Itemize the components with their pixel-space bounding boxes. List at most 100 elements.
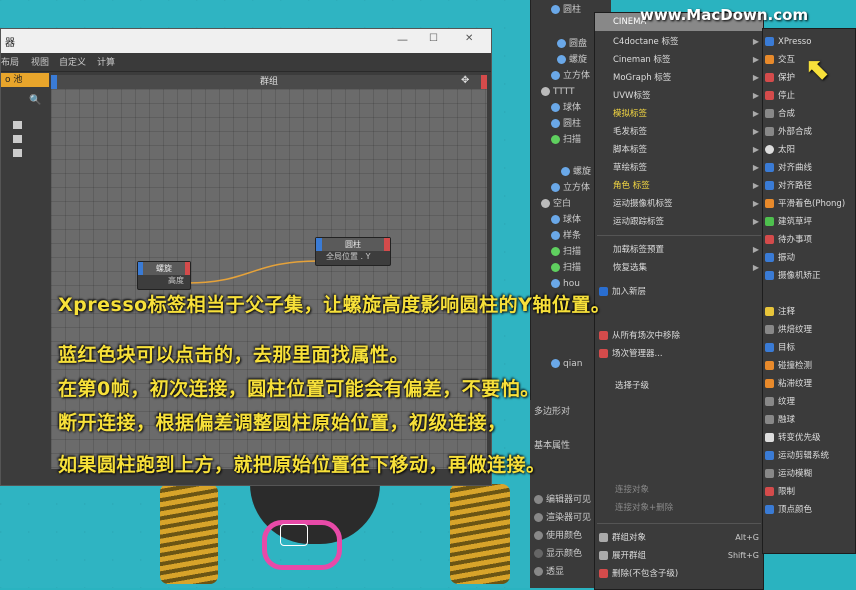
object-item[interactable]: 扫描 — [551, 260, 581, 276]
minimize-button[interactable]: — — [397, 33, 408, 46]
helix-node-title[interactable]: 螺旋 — [138, 262, 190, 275]
submenu-item[interactable]: 建筑草坪 — [765, 213, 853, 231]
target-icon — [765, 343, 774, 352]
object-item[interactable]: 球体 — [551, 100, 581, 116]
pool-tab[interactable]: o 池 — [1, 73, 49, 87]
submenu-item[interactable]: 停止 — [765, 87, 853, 105]
submenu-item[interactable]: 摄像机矫正 — [765, 267, 853, 285]
submenu-item[interactable]: 转变优先级 — [765, 429, 853, 447]
object-item[interactable]: 圆柱 — [551, 116, 581, 132]
submenu-item[interactable]: 注释 — [765, 303, 853, 321]
submenu-item[interactable]: 运动剪辑系统 — [765, 447, 853, 465]
search-icon[interactable]: 🔍 — [29, 95, 41, 106]
tag-context-menu[interactable]: CINEMA C4doctane 标签 ▶ Cineman 标签 ▶ MoGraph… — [594, 12, 764, 590]
menu-item[interactable]: Cineman 标签 ▶ — [613, 51, 763, 69]
compositing-icon — [765, 109, 774, 118]
menu-item[interactable]: UVW标签 ▶ — [613, 87, 763, 105]
attr-row[interactable]: 使用颜色 — [534, 528, 582, 544]
attr-row[interactable]: 渲染器可见 — [534, 510, 591, 526]
menu-item[interactable]: 运动摄像机标签 ▶ — [613, 195, 763, 213]
cinema4d-tags-submenu[interactable]: XPresso 交互 保护 停止 合成 外部合成 太阳 对齐曲线 对齐路径 平滑… — [762, 28, 856, 554]
menu-separator — [597, 235, 761, 236]
cylinder-node-title[interactable]: 圆柱 — [316, 238, 390, 251]
submenu-item[interactable]: 目标 — [765, 339, 853, 357]
submenu-item[interactable]: 待办事项 — [765, 231, 853, 249]
menu-item[interactable]: 毛发标签 ▶ — [613, 123, 763, 141]
menu-item-connect-delete[interactable]: 连接对象+删除 — [615, 499, 763, 517]
chevron-right-icon: ▶ — [752, 37, 759, 46]
close-button[interactable]: ✕ — [465, 33, 473, 44]
submenu-item[interactable]: 碰撞检测 — [765, 357, 853, 375]
object-item[interactable]: 立方体 — [551, 180, 590, 196]
submenu-item[interactable]: 合成 — [765, 105, 853, 123]
annotation-line-4: 断开连接，根据偏差调整圆柱原始位置，初级连接， — [58, 412, 507, 434]
menu-item[interactable]: 脚本标签 ▶ — [613, 141, 763, 159]
menu-item[interactable]: 场次管理器... — [599, 345, 763, 363]
cylinder-position-port[interactable]: 全局位置 . Y — [316, 251, 390, 263]
menu-item[interactable]: 加载标签预置 ▶ — [613, 241, 763, 259]
submenu-item[interactable]: 限制 — [765, 483, 853, 501]
cylinder-node[interactable]: 圆柱 全局位置 . Y — [315, 237, 391, 266]
object-item[interactable]: 螺旋 — [561, 164, 591, 180]
menu-item[interactable]: 选择子级 — [615, 377, 763, 395]
menu-item[interactable]: 恢复选集 ▶ — [613, 259, 763, 277]
submenu-item[interactable]: 烘焙纹理 — [765, 321, 853, 339]
menu-item[interactable]: 草绘标签 ▶ — [613, 159, 763, 177]
attr-row[interactable]: 显示颜色 — [534, 546, 582, 562]
node-icon[interactable] — [13, 149, 22, 157]
attr-row[interactable]: 透显 — [534, 564, 564, 580]
menu-item-expand-group[interactable]: 展开群组 Shift+G — [599, 547, 763, 565]
menu-layout[interactable]: 布局 — [1, 55, 19, 68]
object-item[interactable]: 圆柱 — [551, 2, 581, 18]
attr-row[interactable]: 编辑器可见 — [534, 492, 591, 508]
chevron-right-icon: ▶ — [752, 199, 759, 208]
node-icon[interactable] — [13, 135, 22, 143]
node-icon[interactable] — [13, 121, 22, 129]
object-item[interactable]: 圆盘 — [557, 36, 587, 52]
submenu-item[interactable]: 太阳 — [765, 141, 853, 159]
submenu-item[interactable]: 对齐路径 — [765, 177, 853, 195]
window-titlebar[interactable]: 器 — ☐ ✕ — [1, 29, 491, 53]
submenu-item[interactable]: 平滑着色(Phong) — [765, 195, 853, 213]
submenu-item[interactable]: 对齐曲线 — [765, 159, 853, 177]
menu-item[interactable]: 加入新层 — [599, 283, 763, 301]
object-item[interactable]: qian — [551, 356, 582, 372]
menu-item-group[interactable]: 群组对象 Alt+G — [599, 529, 763, 547]
submenu-item[interactable]: 融球 — [765, 411, 853, 429]
menu-item-connect[interactable]: 连接对象 — [615, 481, 763, 499]
object-item[interactable]: 扫描 — [551, 132, 581, 148]
menu-item[interactable]: 从所有场次中移除 — [599, 327, 763, 345]
cylinder-icon — [551, 119, 560, 128]
submenu-item[interactable]: 运动模糊 — [765, 465, 853, 483]
submenu-item[interactable]: 粘滞纹理 — [765, 375, 853, 393]
sweep-icon — [551, 263, 560, 272]
annotation-line-1: Xpresso标签相当于父子集，让螺旋高度影响圆柱的Y轴位置。 — [58, 294, 611, 316]
object-item[interactable]: 立方体 — [551, 68, 590, 84]
align-spline-icon — [765, 163, 774, 172]
object-item[interactable]: 扫描 — [551, 244, 581, 260]
submenu-item[interactable]: 振动 — [765, 249, 853, 267]
menu-custom[interactable]: 自定义 — [59, 55, 86, 68]
menu-calculate[interactable]: 计算 — [97, 55, 115, 68]
radio-icon — [534, 513, 543, 522]
helix-height-port[interactable]: 高度 — [138, 275, 190, 287]
menu-view[interactable]: 视图 — [31, 55, 49, 68]
submenu-item[interactable]: 顶点颜色 — [765, 501, 853, 519]
menu-item[interactable]: 运动跟踪标签 ▶ — [613, 213, 763, 231]
object-item[interactable]: TTTT — [541, 84, 575, 100]
menu-item-simulation-tags[interactable]: 模拟标签 ▶ — [613, 105, 763, 123]
menu-item[interactable]: C4doctane 标签 ▶ — [613, 33, 763, 51]
menu-item-delete[interactable]: 删除(不包含子级) — [599, 565, 763, 583]
menu-item[interactable]: MoGraph 标签 ▶ — [613, 69, 763, 87]
object-item[interactable]: 样条 — [551, 228, 581, 244]
maximize-button[interactable]: ☐ — [429, 33, 438, 44]
submenu-item-xpresso[interactable]: XPresso — [765, 33, 853, 51]
chevron-right-icon: ▶ — [752, 55, 759, 64]
submenu-item[interactable]: 纹理 — [765, 393, 853, 411]
object-item[interactable]: 球体 — [551, 212, 581, 228]
helix-node[interactable]: 螺旋 高度 — [137, 261, 191, 290]
menu-item-character-tags[interactable]: 角色 标签 ▶ — [613, 177, 763, 195]
submenu-item[interactable]: 外部合成 — [765, 123, 853, 141]
object-item[interactable]: 螺旋 — [557, 52, 587, 68]
object-item[interactable]: 空白 — [541, 196, 571, 212]
